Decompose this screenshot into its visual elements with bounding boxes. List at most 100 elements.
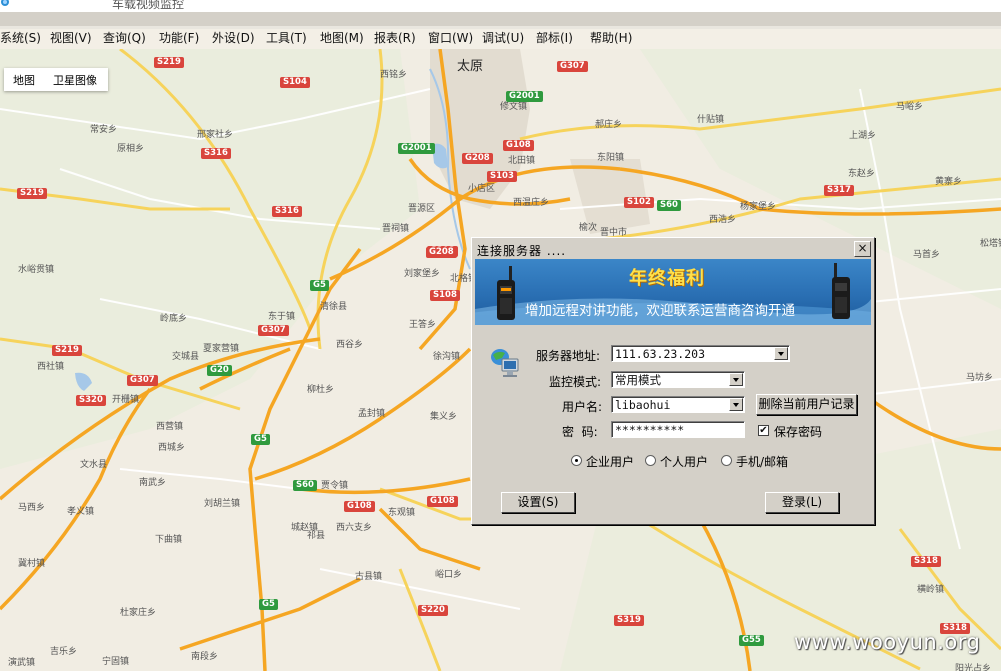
map-city-label: 小店区 (468, 184, 496, 194)
menu-item[interactable]: 系统(S) (0, 29, 41, 48)
map-town-label: 马峪乡 (896, 102, 924, 112)
map-town-label: 孝义镇 (67, 507, 95, 517)
road-shield: S60 (657, 200, 681, 211)
map-town-label: 黄寨乡 (935, 177, 963, 187)
dialog-titlebar[interactable]: 连接服务器 .... × (474, 240, 871, 258)
map-town-label: 马首乡 (913, 250, 941, 260)
walkie-talkie-left-icon (497, 266, 515, 320)
chevron-down-icon[interactable] (729, 373, 743, 386)
map-town-label: 刘家堡乡 (404, 269, 441, 279)
monitor-mode-value: 常用模式 (615, 373, 661, 387)
connect-server-dialog: 连接服务器 .... × 年终福利 增加远程对讲功能，欢迎联系运营商咨询开通 服… (471, 237, 875, 525)
map-town-label: 西温庄乡 (513, 198, 550, 208)
dialog-title: 连接服务器 .... (477, 244, 567, 258)
menu-item[interactable]: 部标(I) (536, 29, 573, 48)
map-town-label: 西浩乡 (709, 215, 737, 225)
radio-enterprise-user[interactable] (571, 455, 582, 466)
map-town-label: 下曲镇 (155, 535, 183, 545)
road-shield: G108 (344, 501, 375, 512)
save-password-checkbox[interactable]: ✔ (758, 425, 769, 436)
menu-item[interactable]: 地图(M) (320, 29, 364, 48)
map-town-label: 东赵乡 (848, 169, 876, 179)
monitor-mode-select[interactable]: 常用模式 (611, 371, 745, 388)
radio-personal-user[interactable] (645, 455, 656, 466)
close-icon: × (857, 241, 868, 255)
road-shield: G5 (251, 434, 270, 445)
road-shield: G307 (127, 375, 158, 386)
road-shield: S219 (17, 188, 47, 199)
radio-enterprise-user-label: 企业用户 (586, 455, 635, 469)
map-town-label: 柳杜乡 (307, 385, 335, 395)
map-town-label: 上湖乡 (849, 131, 877, 141)
map-town-label: 演武镇 (8, 658, 36, 668)
menu-item[interactable]: 报表(R) (374, 29, 416, 48)
app-icon (1, 0, 9, 6)
road-shield: G55 (739, 635, 764, 646)
road-shield: S219 (154, 57, 184, 68)
road-shield: S316 (272, 206, 302, 217)
menu-item[interactable]: 查询(Q) (103, 29, 146, 48)
map-town-label: 原相乡 (117, 144, 145, 154)
walkie-talkie-right-icon (832, 263, 850, 319)
promo-banner: 年终福利 增加远程对讲功能，欢迎联系运营商咨询开通 (475, 259, 871, 325)
map-town-label: 常安乡 (90, 125, 118, 135)
map-town-label: 城赵镇 (291, 523, 319, 533)
radio-personal-user-label: 个人用户 (660, 455, 709, 469)
map-city-label: 晋源区 (408, 204, 436, 214)
menu-item[interactable]: 调试(U) (482, 29, 524, 48)
map-town-label: 峪口乡 (435, 570, 463, 580)
map-town-label: 杨家堡乡 (740, 202, 777, 212)
server-address-combobox[interactable]: 111.63.23.203 (611, 345, 790, 362)
map-city-label: 榆次 (579, 223, 598, 233)
map-town-label: 西六支乡 (336, 523, 373, 533)
password-label: 密 码: (562, 425, 598, 439)
password-field[interactable]: ********** (611, 421, 745, 438)
road-shield: G5 (310, 280, 329, 291)
road-shield: S219 (52, 345, 82, 356)
map-town-label: 杜家庄乡 (120, 608, 157, 618)
close-button[interactable]: × (854, 241, 871, 257)
road-shield: S316 (201, 148, 231, 159)
road-shield: G208 (426, 247, 457, 258)
menu-item[interactable]: 视图(V) (50, 29, 92, 48)
map-town-label: 东观镇 (388, 508, 416, 518)
menu-item[interactable]: 功能(F) (159, 29, 199, 48)
login-button[interactable]: 登录(L) (765, 492, 839, 513)
map-town-label: 西铭乡 (380, 70, 408, 80)
map-town-label: 晋祠镇 (382, 224, 410, 234)
menu-item[interactable]: 窗口(W) (428, 29, 473, 48)
menu-item[interactable]: 外设(D) (212, 29, 255, 48)
map-type-satellite-button[interactable]: 卫星图像 (53, 72, 97, 88)
map-town-label: 王答乡 (409, 320, 437, 330)
road-shield: S102 (624, 197, 654, 208)
chevron-down-icon[interactable] (729, 398, 743, 411)
banner-headline: 年终福利 (629, 268, 705, 289)
map-town-label: 南武乡 (139, 478, 167, 488)
map-town-label: 阳光占乡 (955, 664, 992, 671)
map-type-map-button[interactable]: 地图 (13, 72, 35, 88)
menu-item[interactable]: 帮助(H) (590, 29, 632, 48)
road-shield: G108 (427, 496, 458, 507)
check-icon: ✔ (759, 425, 768, 436)
radio-phone-email[interactable] (721, 455, 732, 466)
watermark: www.wooyun.org (794, 630, 981, 654)
username-label: 用户名: (562, 400, 603, 414)
map-town-label: 松塔镇 (980, 239, 1001, 249)
road-shield: G20 (207, 365, 232, 376)
map-town-label: 北田镇 (508, 156, 536, 166)
delete-user-record-button[interactable]: 删除当前用户记录 (756, 394, 857, 415)
map-town-label: 开栅镇 (112, 395, 140, 405)
banner-subtext: 增加远程对讲功能，欢迎联系运营商咨询开通 (525, 303, 795, 319)
menu-item[interactable]: 工具(T) (266, 29, 307, 48)
road-shield: G208 (462, 153, 493, 164)
road-shield: G307 (258, 325, 289, 336)
chevron-down-icon[interactable] (774, 347, 788, 360)
map-town-label: 东阳镇 (597, 153, 625, 163)
map-town-label: 什贴镇 (697, 115, 725, 125)
map-city-label: 文水县 (80, 460, 108, 470)
map-town-label: 郝庄乡 (595, 120, 623, 130)
map-town-label: 宁固镇 (102, 657, 130, 667)
username-combobox[interactable]: libaohui (611, 396, 745, 413)
map-city-label: 清徐县 (320, 302, 348, 312)
settings-button[interactable]: 设置(S) (501, 492, 575, 513)
